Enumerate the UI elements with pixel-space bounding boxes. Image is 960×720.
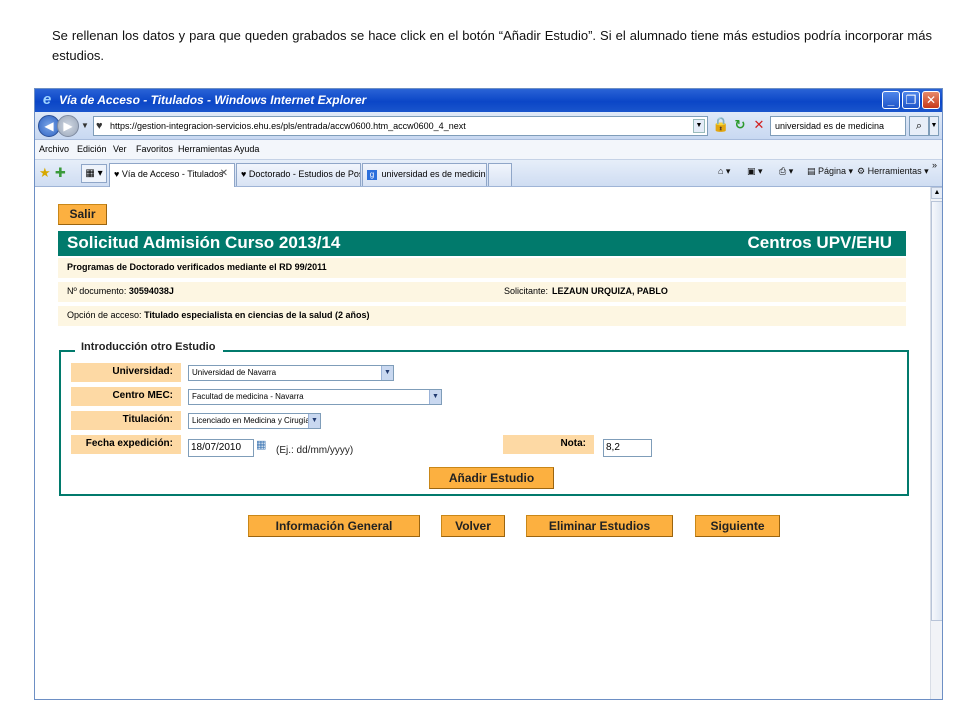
site-favicon-icon: ♥ <box>96 120 103 132</box>
calendar-icon[interactable]: ▦ <box>256 438 266 451</box>
window-title: Vía de Acceso - Titulados - Windows Inte… <box>59 93 367 107</box>
close-window-button[interactable]: ✕ <box>922 91 940 109</box>
university-select[interactable]: Universidad de Navarra ▼ <box>188 365 394 381</box>
add-study-button[interactable]: Añadir Estudio <box>429 467 554 489</box>
add-favorites-icon[interactable]: ✚ <box>55 165 66 181</box>
quick-tabs-icon[interactable]: ▦ ▾ <box>81 164 107 183</box>
back-page-button[interactable]: Volver <box>441 515 505 537</box>
chevron-down-icon[interactable]: ▼ <box>308 414 320 428</box>
menu-ver[interactable]: Ver <box>113 144 127 154</box>
search-input[interactable]: universidad es de medicina <box>770 116 906 136</box>
menu-herramientas[interactable]: Herramientas <box>178 144 232 154</box>
general-info-button[interactable]: Información General <box>248 515 420 537</box>
access-row: Opción de acceso: Titulado especialista … <box>58 306 906 326</box>
tools-menu[interactable]: ⚙ Herramientas ▾ <box>857 166 929 177</box>
next-button[interactable]: Siguiente <box>695 515 780 537</box>
menu-archivo[interactable]: Archivo <box>39 144 69 154</box>
home-icon[interactable]: ⌂ ▾ <box>718 166 730 177</box>
browser-window: e Vía de Acceso - Titulados - Windows In… <box>34 88 943 700</box>
tab-via-de-acceso[interactable]: ♥ Vía de Acceso - Titulados ✕ <box>109 163 235 187</box>
new-tab-button[interactable] <box>488 163 512 186</box>
institution-title: Centros UPV/EHU <box>747 233 892 252</box>
program-text: Programas de Doctorado verificados media… <box>67 262 327 272</box>
ie-logo-icon: e <box>42 91 52 108</box>
degree-selected: Licenciado en Medicina y Cirugía <box>192 416 310 425</box>
tab-favicon-icon: ♥ <box>241 169 247 179</box>
tab-label: Vía de Acceso - Titulados <box>121 169 224 179</box>
tab-doctorado[interactable]: ♥ Doctorado - Estudios de Post... <box>236 163 361 186</box>
instruction-caption: Se rellenan los datos y para que queden … <box>52 28 932 63</box>
menu-bar: Archivo Edición Ver Favoritos Herramient… <box>35 140 942 160</box>
feeds-icon[interactable]: ▣ ▾ <box>747 166 763 177</box>
degree-select[interactable]: Licenciado en Medicina y Cirugía ▼ <box>188 413 321 429</box>
scroll-thumb[interactable] <box>931 201 942 621</box>
university-selected: Universidad de Navarra <box>192 368 277 377</box>
tab-favicon-icon: ♥ <box>114 169 120 179</box>
university-label: Universidad: <box>71 363 181 382</box>
search-icon[interactable]: ⌕ <box>909 116 929 136</box>
url-dropdown-icon[interactable]: ▼ <box>693 119 705 133</box>
chevron-more-icon[interactable]: » <box>932 160 937 170</box>
date-field[interactable]: 18/07/2010 <box>188 439 254 457</box>
refresh-icon[interactable]: ↻ <box>732 117 748 135</box>
chevron-down-icon[interactable]: ▼ <box>429 390 441 404</box>
tab-search-results[interactable]: g universidad es de medicina - ... <box>362 163 487 186</box>
doc-label: Nº documento: <box>67 286 127 296</box>
minimize-button[interactable]: _ <box>882 91 900 109</box>
access-value: Titulado especialista en ciencias de la … <box>144 310 370 320</box>
search-dropdown-icon[interactable]: ▼ <box>929 116 939 136</box>
favorites-star-icon[interactable]: ★ <box>39 165 51 181</box>
page-menu-label: Página <box>818 166 847 176</box>
date-label: Fecha expedición: <box>71 435 181 454</box>
vertical-scrollbar[interactable]: ▲ <box>930 187 942 699</box>
page-menu[interactable]: ▤ Página ▾ <box>807 166 853 177</box>
center-select[interactable]: Facultad de medicina - Navarra ▼ <box>188 389 442 405</box>
page-title: Solicitud Admisión Curso 2013/14 <box>67 233 341 252</box>
degree-label: Titulación: <box>71 411 181 430</box>
title-bar: e Vía de Acceso - Titulados - Windows In… <box>35 89 942 112</box>
print-icon[interactable]: ⎙ ▾ <box>779 166 793 177</box>
tools-menu-label: Herramientas <box>867 166 922 176</box>
google-icon: g <box>367 170 377 180</box>
document-row: Nº documento: 30594038J Solicitante: LEZ… <box>58 282 906 302</box>
menu-favoritos[interactable]: Favoritos <box>136 144 173 154</box>
page-header: Solicitud Admisión Curso 2013/14 Centros… <box>58 231 906 256</box>
address-bar: ◀ ▶ ▼ ♥ https://gestion-integracion-serv… <box>35 112 942 140</box>
doc-value: 30594038J <box>128 286 174 296</box>
scroll-up-icon[interactable]: ▲ <box>931 187 942 199</box>
tab-bar: ★ ✚ ▦ ▾ ♥ Vía de Acceso - Titulados ✕ ♥ … <box>35 160 942 187</box>
program-row: Programas de Doctorado verificados media… <box>58 258 906 278</box>
url-text: https://gestion-integracion-servicios.eh… <box>110 121 466 131</box>
stop-icon[interactable]: ✕ <box>751 117 767 135</box>
delete-studies-button[interactable]: Eliminar Estudios <box>526 515 673 537</box>
applicant-label: Solicitante: <box>504 286 549 296</box>
menu-edicion[interactable]: Edición <box>77 144 107 154</box>
menu-ayuda[interactable]: Ayuda <box>234 144 259 154</box>
forward-button[interactable]: ▶ <box>57 115 79 137</box>
fieldset-legend: Introducción otro Estudio <box>75 341 224 353</box>
lock-icon[interactable]: 🔒 <box>712 116 729 136</box>
tab-label: Doctorado - Estudios de Post... <box>248 169 361 179</box>
url-field[interactable]: ♥ https://gestion-integracion-servicios.… <box>93 116 708 136</box>
access-label: Opción de acceso: <box>67 310 142 320</box>
center-selected: Facultad de medicina - Navarra <box>192 392 304 401</box>
date-hint: (Ej.: dd/mm/yyyy) <box>276 445 354 456</box>
history-dropdown-icon[interactable]: ▼ <box>81 121 89 130</box>
applicant-value: LEZAUN URQUIZA, PABLO <box>552 286 668 296</box>
chevron-down-icon[interactable]: ▼ <box>381 366 393 380</box>
close-tab-icon[interactable]: ✕ <box>220 168 228 179</box>
tab-label: universidad es de medicina - ... <box>381 169 487 179</box>
grade-field[interactable]: 8,2 <box>603 439 652 457</box>
exit-button[interactable]: Salir <box>58 204 107 225</box>
page-content: Salir Solicitud Admisión Curso 2013/14 C… <box>35 187 930 699</box>
grade-label: Nota: <box>503 435 594 454</box>
maximize-button[interactable]: ❐ <box>902 91 920 109</box>
center-label: Centro MEC: <box>71 387 181 406</box>
